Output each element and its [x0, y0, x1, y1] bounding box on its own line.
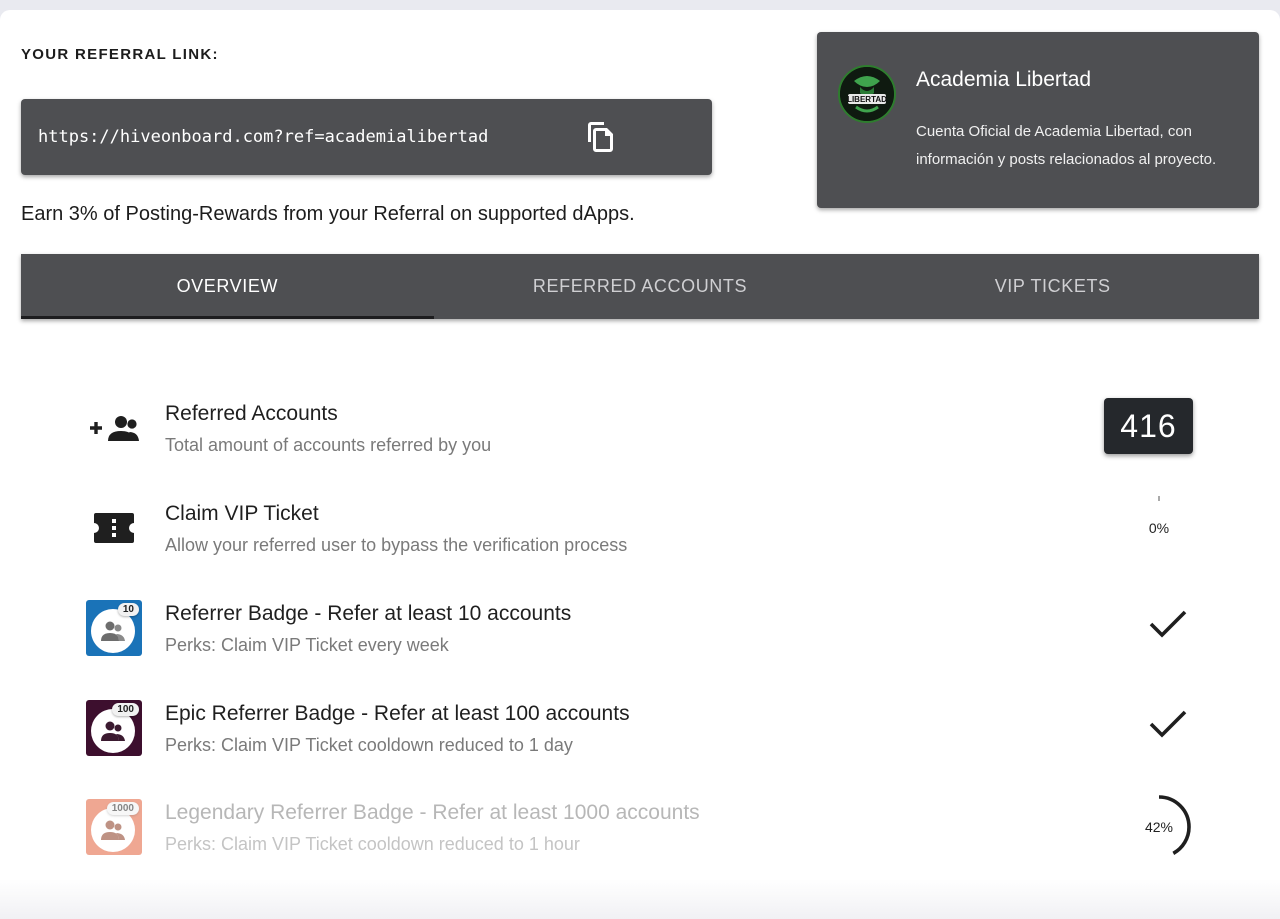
- badge-image: 1000: [86, 799, 142, 855]
- svg-text:LIBERTAD: LIBERTAD: [847, 95, 887, 104]
- referral-link-text[interactable]: https://hiveonboard.com?ref=academialibe…: [38, 127, 488, 147]
- legendary-referrer-badge-icon: 1000: [86, 799, 142, 855]
- ticket-icon: [86, 500, 142, 556]
- row-subtitle: Total amount of accounts referred by you: [165, 435, 492, 455]
- referral-link-heading: YOUR REFERRAL LINK:: [21, 46, 219, 63]
- progress-label: 42%: [1144, 819, 1174, 835]
- row-subtitle: Perks: Claim VIP Ticket cooldown reduced…: [165, 834, 580, 854]
- overview-row-legendary-referrer-badge: 1000 Legendary Referrer Badge - Refer at…: [86, 795, 1206, 859]
- check-icon: [1149, 610, 1187, 638]
- overview-row-epic-referrer-badge: 100 Epic Referrer Badge - Refer at least…: [86, 700, 1206, 760]
- add-group-icon: [86, 400, 142, 456]
- users-icon: [101, 621, 125, 641]
- overview-row-referred-accounts: Referred Accounts Total amount of accoun…: [86, 398, 1206, 460]
- copy-icon: [588, 122, 613, 152]
- row-subtitle: Perks: Claim VIP Ticket every week: [165, 635, 449, 655]
- tab-overview[interactable]: OVERVIEW: [21, 254, 434, 319]
- academia-libertad-logo: LIBERTAD: [840, 67, 894, 121]
- row-title: Claim VIP Ticket: [165, 502, 319, 525]
- earn-description: Earn 3% of Posting-Rewards from your Ref…: [21, 203, 635, 225]
- referrer-badge-icon: 10: [86, 600, 142, 656]
- tab-bar: OVERVIEW REFERRED ACCOUNTS VIP TICKETS: [21, 254, 1259, 319]
- profile-card: LIBERTAD Academia Libertad Cuenta Oficia…: [817, 32, 1259, 208]
- legendary-progress[interactable]: 42%: [1126, 794, 1192, 860]
- row-title: Epic Referrer Badge - Refer at least 100…: [165, 702, 630, 725]
- badge-number: 100: [112, 703, 139, 716]
- row-title: Legendary Referrer Badge - Refer at leas…: [165, 801, 700, 824]
- overview-row-referrer-badge: 10 Referrer Badge - Refer at least 10 ac…: [86, 600, 1206, 660]
- badge-number: 10: [117, 603, 139, 616]
- page-bottom-fade: [0, 879, 1280, 919]
- users-icon: [101, 721, 125, 741]
- row-title: Referred Accounts: [165, 402, 338, 425]
- tab-referred-accounts[interactable]: REFERRED ACCOUNTS: [434, 254, 847, 319]
- referral-link-box: https://hiveonboard.com?ref=academialibe…: [21, 99, 712, 175]
- badge-image: 10: [86, 600, 142, 656]
- profile-description: Cuenta Oficial de Academia Libertad, con…: [916, 123, 1217, 168]
- vip-ticket-progress[interactable]: 0%: [1126, 495, 1192, 561]
- users-icon: [101, 820, 125, 840]
- referral-page: YOUR REFERRAL LINK: https://hiveonboard.…: [0, 10, 1280, 919]
- epic-referrer-badge-icon: 100: [86, 700, 142, 756]
- row-subtitle: Perks: Claim VIP Ticket cooldown reduced…: [165, 735, 573, 755]
- progress-label: 0%: [1148, 520, 1170, 536]
- tab-vip-tickets[interactable]: VIP TICKETS: [846, 254, 1259, 319]
- check-icon: [1149, 710, 1187, 738]
- copy-link-button[interactable]: [583, 119, 619, 155]
- referred-count-chip: 416: [1104, 398, 1193, 454]
- avatar: LIBERTAD: [838, 65, 896, 123]
- row-title: Referrer Badge - Refer at least 10 accou…: [165, 602, 572, 625]
- badge-image: 100: [86, 700, 142, 756]
- overview-row-claim-vip-ticket: Claim VIP Ticket Allow your referred use…: [86, 496, 1206, 560]
- row-subtitle: Allow your referred user to bypass the v…: [165, 535, 628, 555]
- badge-number: 1000: [106, 802, 139, 815]
- profile-name: Academia Libertad: [916, 68, 1092, 91]
